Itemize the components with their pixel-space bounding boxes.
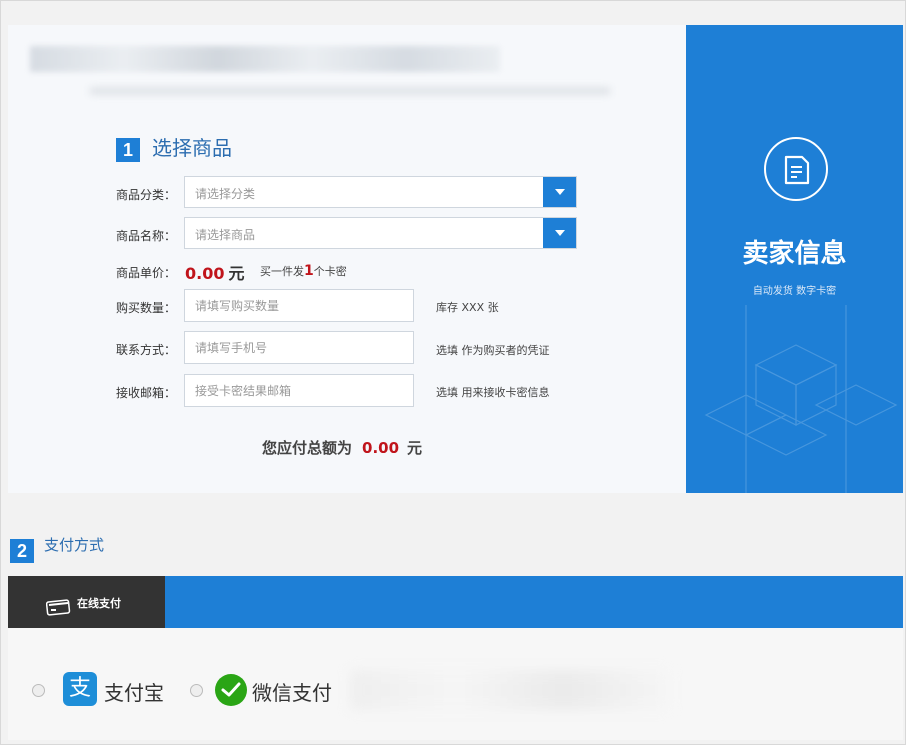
quantity-label: 购买数量： xyxy=(116,301,177,315)
quantity-field[interactable] xyxy=(184,289,414,322)
wechat-pay-label[interactable]: 微信支付 xyxy=(252,677,332,706)
step-2-badge: 2 xyxy=(10,539,34,563)
product-form-card xyxy=(8,25,686,493)
email-input[interactable] xyxy=(185,375,413,406)
tab-online-payment-label: 在线支付 xyxy=(77,597,121,610)
seller-info-panel: 卖家信息 自动发货 数字卡密 xyxy=(686,25,903,493)
product-placeholder: 请选择商品 xyxy=(195,228,256,242)
product-label: 商品名称： xyxy=(116,229,177,243)
total-value: 0.00 xyxy=(362,439,400,457)
cube-pattern-decoration xyxy=(704,305,898,493)
unit-price-value: 0.00 元 xyxy=(185,260,245,284)
note-prefix: 买一件发 xyxy=(260,265,304,278)
total-label: 您应付总额为 xyxy=(262,439,353,457)
tab-online-payment[interactable]: 在线支付 xyxy=(8,576,165,628)
category-placeholder: 请选择分类 xyxy=(195,187,256,201)
alipay-label[interactable]: 支付宝 xyxy=(104,677,164,706)
seller-info-title: 卖家信息 xyxy=(742,239,847,269)
contact-field[interactable] xyxy=(184,331,414,364)
section-title-select-product: 选择商品 xyxy=(152,136,232,160)
section-title-payment: 支付方式 xyxy=(44,536,105,554)
chevron-down-icon[interactable] xyxy=(543,218,576,248)
total-currency: 元 xyxy=(407,439,423,457)
alipay-radio[interactable] xyxy=(32,684,45,697)
seller-info-subtitle: 自动发货 数字卡密 xyxy=(752,286,837,297)
blurred-divider xyxy=(90,88,610,94)
contact-label: 联系方式： xyxy=(116,343,177,357)
payment-tab-bar: 在线支付 xyxy=(8,576,903,628)
email-label: 接收邮箱： xyxy=(116,386,177,400)
wechat-pay-radio[interactable] xyxy=(190,684,203,697)
product-select[interactable]: 请选择商品 xyxy=(184,217,577,249)
alipay-logo[interactable]: 支 xyxy=(63,672,97,706)
document-icon xyxy=(784,155,810,185)
stock-hint: 库存 XXX 张 xyxy=(436,301,499,314)
blurred-header xyxy=(30,46,500,72)
contact-hint: 选填 作为购买者的凭证 xyxy=(436,344,550,357)
card-icon xyxy=(46,599,71,616)
unit-price-amount: 0.00 xyxy=(185,264,225,283)
wechat-pay-logo[interactable] xyxy=(215,674,247,706)
seller-icon-circle xyxy=(764,137,828,201)
step-1-badge: 1 xyxy=(116,138,140,162)
checkmark-icon xyxy=(221,682,241,697)
chevron-down-icon[interactable] xyxy=(543,177,576,207)
unit-price-label: 商品单价： xyxy=(116,266,177,280)
quantity-input[interactable] xyxy=(185,290,413,321)
category-select[interactable]: 请选择分类 xyxy=(184,176,577,208)
note-suffix: 个卡密 xyxy=(313,265,347,278)
phone-input[interactable] xyxy=(185,332,413,363)
card-per-item-note: 买一件发1个卡密 xyxy=(260,263,347,279)
unit-price-currency: 元 xyxy=(228,264,245,283)
category-label: 商品分类： xyxy=(116,188,177,202)
email-hint: 选填 用来接收卡密信息 xyxy=(436,386,550,399)
note-count: 1 xyxy=(304,263,314,279)
blurred-area xyxy=(350,670,670,710)
total-amount: 您应付总额为 0.00 元 xyxy=(262,437,422,458)
email-field[interactable] xyxy=(184,374,414,407)
